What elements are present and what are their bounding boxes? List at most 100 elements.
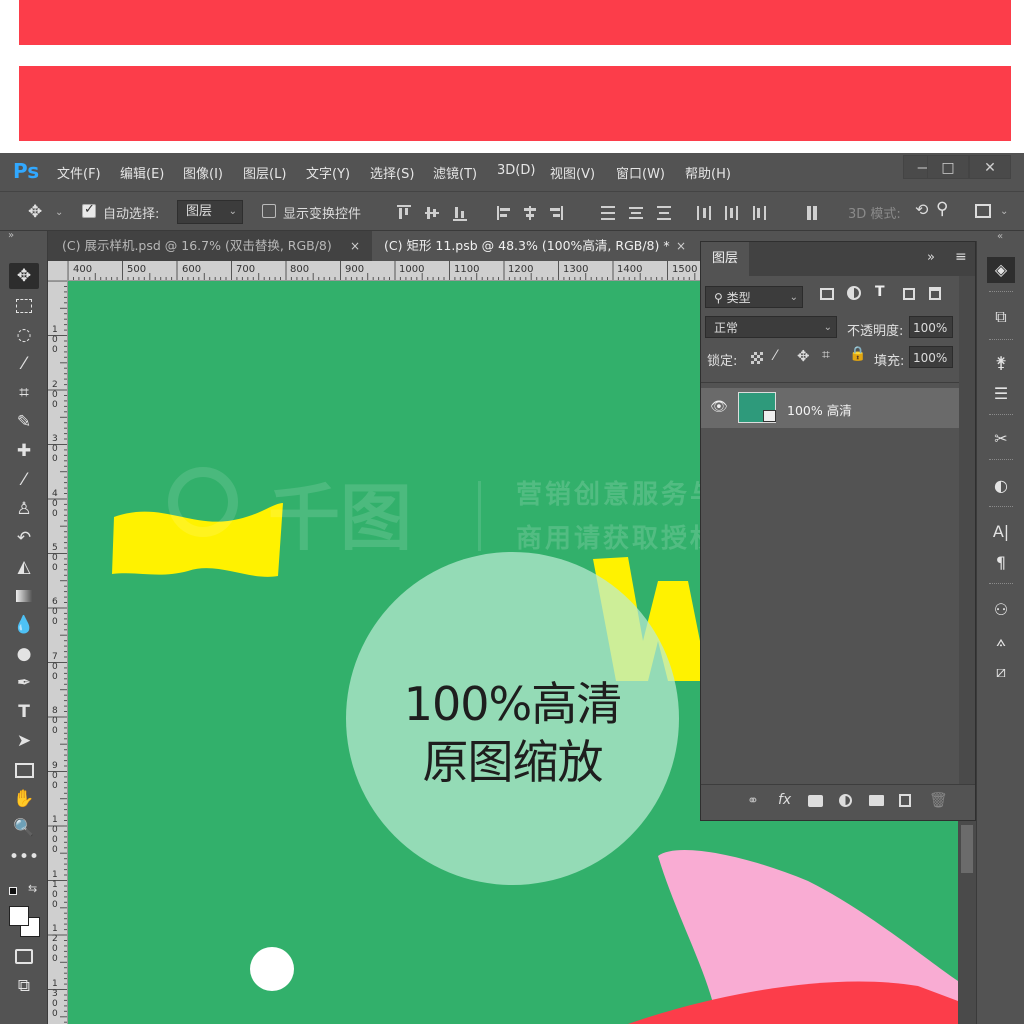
lock-position-icon[interactable]: ✥ [797,347,810,365]
show-transform-checkbox[interactable] [262,204,276,218]
opacity-input[interactable]: 100% [909,316,953,338]
lock-all-icon[interactable]: 🔒 [849,346,866,362]
menu-view[interactable]: 视图(V) [550,163,595,182]
swap-colors-icon[interactable]: ⇆ [28,882,37,895]
menu-file[interactable]: 文件(F) [57,163,101,182]
grip-handle[interactable] [989,339,1013,341]
more-tools-icon[interactable]: ••• [9,844,39,870]
close-button[interactable]: ✕ [969,155,1011,179]
chevron-down-icon[interactable]: ⌄ [55,207,63,218]
tool-presets-icon[interactable]: ✂ [987,426,1015,452]
collapse-panel-icon[interactable]: » [927,250,935,265]
auto-align-icon[interactable] [805,204,823,222]
filter-type-icon[interactable]: T [875,284,885,300]
tab-showcase-mockup[interactable]: (C) 展示样机.psd @ 16.7% (双击替换, RGB/8) × [50,231,372,261]
layers-panel-icon[interactable]: ◈ [987,257,1015,283]
maximize-button[interactable]: □ [927,155,969,179]
workspace-icon[interactable] [975,204,991,218]
collapse-panel-icon[interactable]: » [8,230,14,241]
eraser-tool-icon[interactable]: ◭ [9,554,39,580]
grip-handle[interactable] [989,459,1013,461]
add-mask-icon[interactable] [808,795,823,807]
menu-layer[interactable]: 图层(L) [243,163,286,182]
layer-row[interactable]: 👁 100% 高清 [701,388,959,428]
history-icon[interactable]: ⧉ [987,304,1015,330]
layer-effects-icon[interactable]: fx [778,792,791,808]
menu-3d[interactable]: 3D(D) [497,163,535,178]
clone-stamp-tool-icon[interactable]: ♙ [9,496,39,522]
auto-select-checkbox[interactable] [82,202,96,218]
align-distribute-icons[interactable] [395,204,785,222]
link-layers-icon[interactable]: ⚭ [747,793,759,809]
grip-handle[interactable] [989,506,1013,508]
adjustment-layer-icon[interactable] [839,794,852,807]
new-group-icon[interactable] [869,795,884,806]
menu-type[interactable]: 文字(Y) [306,163,350,182]
menu-image[interactable]: 图像(I) [183,163,223,182]
filter-smart-object-icon[interactable] [929,287,941,300]
collapse-panel-icon[interactable]: « [997,231,1003,242]
menu-filter[interactable]: 滤镜(T) [433,163,477,182]
layers-tab[interactable]: 图层 [701,242,749,276]
filter-adjustment-icon[interactable] [847,286,861,300]
lock-pixels-icon[interactable]: ⁄ [774,348,776,364]
default-colors-icon[interactable] [9,887,17,895]
orbit-3d-icon[interactable]: ⟲ [915,200,928,219]
menu-help[interactable]: 帮助(H) [685,163,731,182]
pen-tool-icon[interactable]: ✒ [9,670,39,696]
layers-scrollbar[interactable] [959,276,975,784]
chevron-down-icon[interactable]: ⌄ [1000,206,1008,217]
character-icon[interactable]: A| [987,519,1015,545]
grip-handle[interactable] [989,583,1013,585]
blur-tool-icon[interactable]: 💧 [9,612,39,638]
grip-handle[interactable] [989,291,1013,293]
properties-icon[interactable]: ⧄ [987,659,1015,685]
fill-input[interactable]: 100% [909,346,953,368]
filter-pixel-icon[interactable] [820,288,834,300]
menu-edit[interactable]: 编辑(E) [120,163,164,182]
paragraph-icon[interactable]: ¶ [987,550,1015,576]
gradient-tool-icon[interactable] [9,583,39,609]
canvas-scrollbar[interactable] [958,821,976,1024]
close-tab-icon[interactable]: × [350,231,360,261]
brush-settings-icon[interactable]: ⚵ [987,350,1015,376]
filter-shape-icon[interactable] [903,288,915,300]
scrollbar-thumb[interactable] [961,825,973,873]
dodge-tool-icon[interactable]: ● [9,641,39,667]
tab-rectangle-11[interactable]: (C) 矩形 11.psb @ 48.3% (100%高清, RGB/8) * … [372,231,698,261]
blend-mode-dropdown[interactable]: 正常 ⌄ [705,316,837,338]
search-icon[interactable]: ⚲ [936,199,948,219]
move-tool-icon[interactable]: ✥ [28,202,42,222]
menu-select[interactable]: 选择(S) [370,163,414,182]
crop-tool-icon[interactable]: ⌗ [9,380,39,406]
quick-mask-icon[interactable] [9,943,39,969]
adjustments-icon[interactable]: ☰ [987,381,1015,407]
eye-visibility-icon[interactable]: 👁 [710,399,728,415]
brush-tool-icon[interactable]: ⁄ [9,467,39,493]
type-tool-icon[interactable]: T [9,699,39,725]
grip-handle[interactable] [989,414,1013,416]
magic-wand-tool-icon[interactable]: ⁄ [9,351,39,377]
hand-tool-icon[interactable]: ✋ [9,786,39,812]
eyedropper-tool-icon[interactable]: ✎ [9,409,39,435]
healing-brush-tool-icon[interactable]: ✚ [9,438,39,464]
foreground-color-swatch[interactable] [9,906,29,926]
auto-select-dropdown[interactable]: 图层 ⌄ [177,200,243,224]
lasso-tool-icon[interactable]: ◌ [9,322,39,348]
close-tab-icon[interactable]: × [676,231,686,261]
panel-menu-icon[interactable]: ≡ [955,249,967,265]
new-layer-icon[interactable] [899,794,911,807]
rectangle-tool-icon[interactable] [9,757,39,783]
delete-layer-icon[interactable]: 🗑 [929,791,948,809]
adjustment-circle-icon[interactable]: ◐ [987,473,1015,499]
history-brush-tool-icon[interactable]: ↶ [9,525,39,551]
lock-transparency-icon[interactable] [751,352,763,364]
zoom-tool-icon[interactable]: 🔍 [9,815,39,841]
screen-mode-icon[interactable]: ⧉ [9,973,39,999]
move-tool-icon[interactable]: ✥ [9,263,39,289]
lock-artboard-icon[interactable]: ⌗ [822,347,830,363]
layer-filter-dropdown[interactable]: ⚲ 类型 ⌄ [705,286,803,308]
menu-window[interactable]: 窗口(W) [616,163,665,182]
paths-icon[interactable]: ⟑ [987,628,1015,654]
marquee-tool-icon[interactable] [9,293,39,319]
